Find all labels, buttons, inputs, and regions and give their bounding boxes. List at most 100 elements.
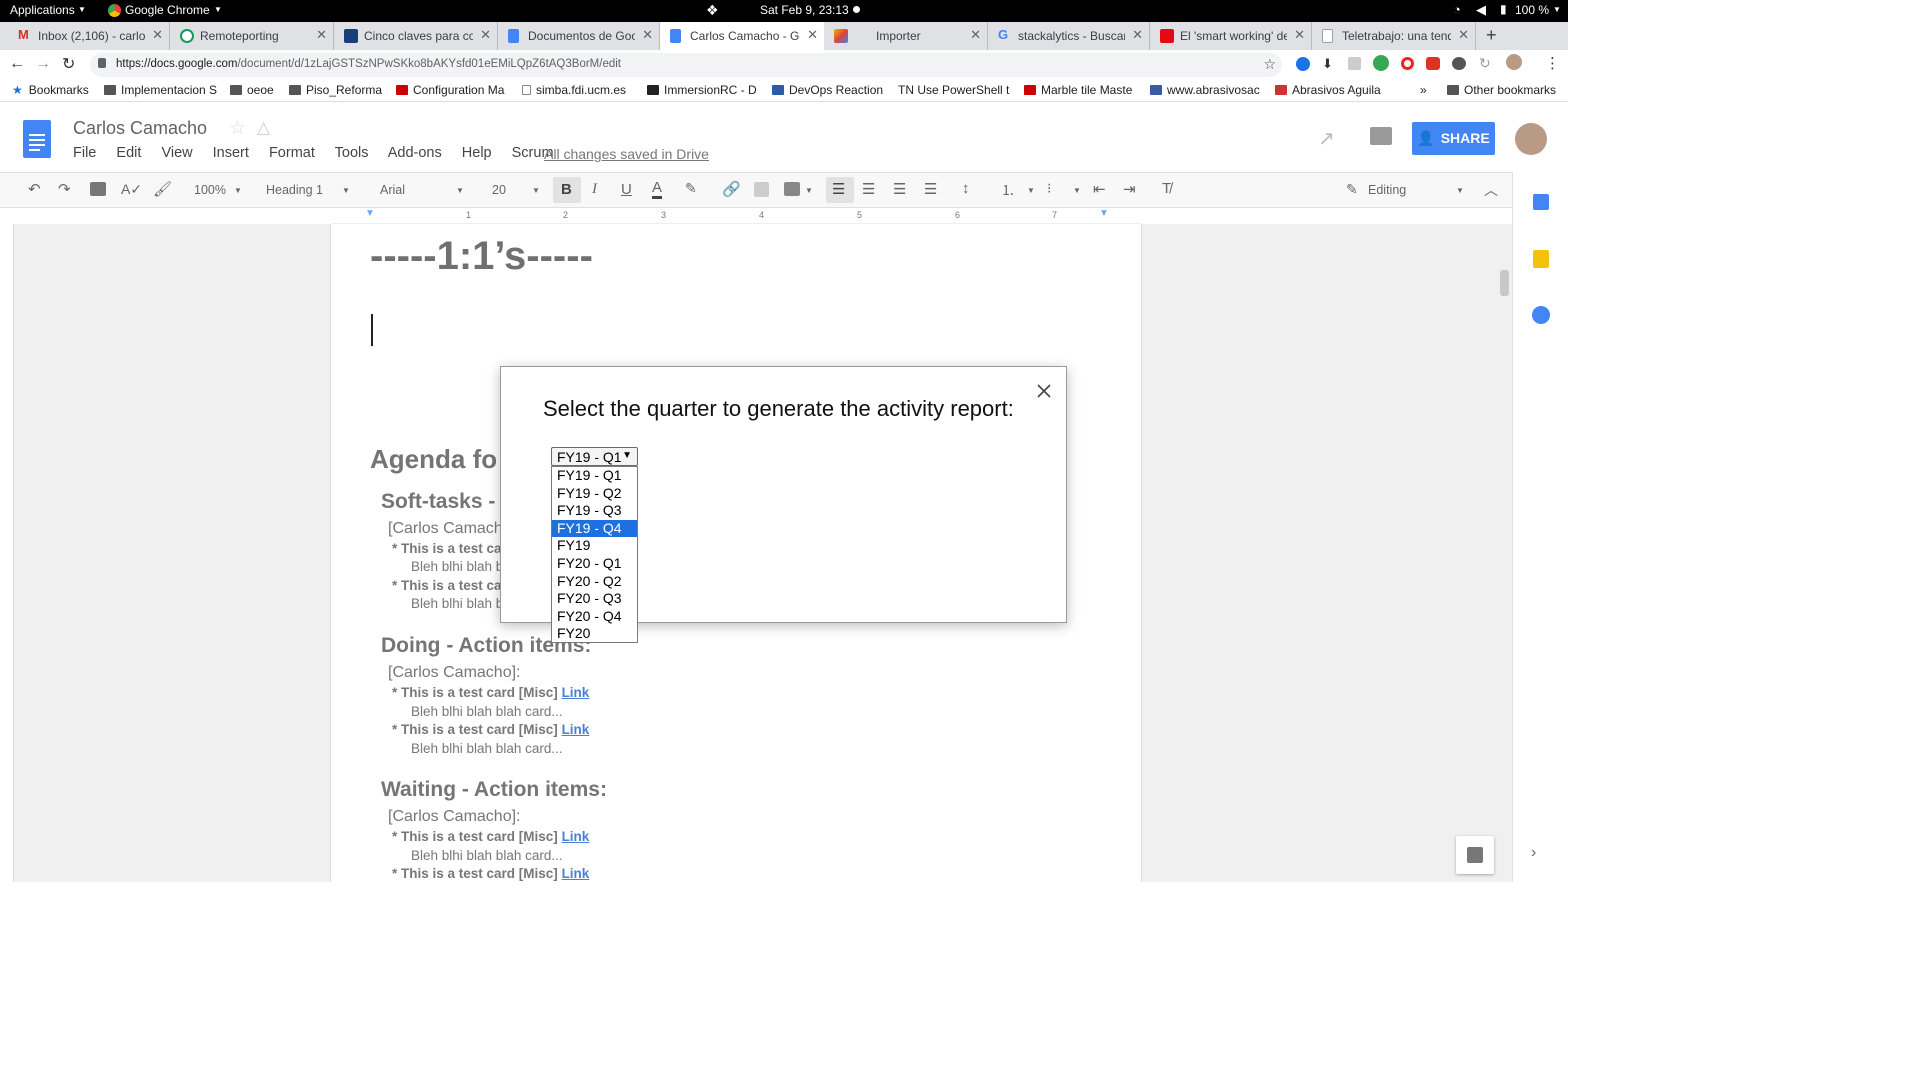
horizontal-ruler[interactable]: ▼ ▼ 1 2 3 4 5 6 7 [332, 208, 1142, 224]
decrease-indent-icon[interactable]: ⇤ [1093, 180, 1106, 198]
quarter-option[interactable]: FY20 - Q1 [552, 555, 637, 573]
align-center-icon[interactable]: ☰ [862, 180, 875, 198]
link-icon[interactable]: 🔗 [722, 180, 741, 198]
tab-teletrabajo[interactable]: Teletrabajo: una tend ✕ [1312, 22, 1476, 50]
close-icon[interactable] [1033, 380, 1055, 402]
quarter-option[interactable]: FY20 - Q3 [552, 590, 637, 608]
bookmark-item[interactable]: ImmersionRC - D [647, 83, 757, 97]
quarter-option[interactable]: FY19 [552, 537, 637, 555]
bookmark-item[interactable]: Marble tile Maste [1024, 83, 1132, 97]
bookmark-folder[interactable]: oeoe [230, 83, 274, 97]
forward-arrow-icon[interactable]: → [35, 55, 51, 73]
undo-icon[interactable]: ↶ [28, 180, 41, 198]
new-tab-button[interactable]: + [1486, 25, 1497, 46]
quarter-option[interactable]: FY20 - Q4 [552, 608, 637, 626]
tab-importer[interactable]: Importer ✕ [824, 22, 988, 50]
download-icon[interactable]: ⬇ [1322, 56, 1333, 72]
bookmark-item[interactable]: Configuration Ma [396, 83, 504, 97]
chevron-down-icon[interactable]: ▼ [1553, 5, 1561, 14]
card-link[interactable]: Link [562, 722, 590, 737]
battery-icon[interactable]: ▮ [1500, 2, 1507, 16]
drive-icon[interactable]: △ [257, 118, 270, 138]
account-avatar[interactable] [1515, 123, 1547, 155]
opera-icon[interactable] [1401, 57, 1414, 70]
extension-icon[interactable] [1452, 57, 1466, 70]
bookmark-item[interactable]: DevOps Reaction [772, 83, 883, 97]
close-icon[interactable]: ✕ [807, 27, 818, 43]
bookmark-folder[interactable]: Implementacion S [104, 83, 217, 97]
docs-logo-icon[interactable] [23, 120, 51, 158]
share-button[interactable]: 👤 SHARE [1412, 122, 1495, 155]
bookmark-item[interactable]: Abrasivos Aguila [1275, 83, 1381, 97]
bookmark-item[interactable]: TN Use PowerShell t [898, 83, 1009, 97]
menu-tools[interactable]: Tools [335, 145, 369, 161]
applications-menu[interactable]: Applications [10, 3, 75, 17]
quarter-option[interactable]: FY19 - Q1 [552, 467, 637, 485]
more-vertical-icon[interactable]: ⋮ [1545, 54, 1560, 72]
calendar-icon[interactable] [1533, 194, 1549, 210]
keep-icon[interactable] [1533, 250, 1549, 268]
menu-view[interactable]: View [161, 145, 192, 161]
close-icon[interactable]: ✕ [152, 27, 163, 43]
menu-file[interactable]: File [73, 145, 96, 161]
expand-panel-icon[interactable]: › [1531, 844, 1536, 862]
menu-add-ons[interactable]: Add-ons [388, 145, 442, 161]
bookmarks-overflow-button[interactable]: » [1420, 83, 1427, 97]
menu-help[interactable]: Help [462, 145, 492, 161]
spellcheck-icon[interactable]: A✓ [121, 181, 142, 198]
card-link[interactable]: Link [562, 829, 590, 844]
extension-icon[interactable] [1348, 57, 1361, 70]
tab-cinco-claves[interactable]: Cinco claves para co ✕ [334, 22, 498, 50]
tasks-icon[interactable] [1532, 306, 1550, 324]
quarter-select[interactable]: FY19 - Q1 ▼ [551, 447, 638, 466]
right-indent-marker[interactable]: ▼ [1099, 208, 1109, 219]
menu-edit[interactable]: Edit [116, 145, 141, 161]
close-icon[interactable]: ✕ [1294, 27, 1305, 43]
wifi-icon[interactable]: ◔ [1453, 2, 1461, 17]
bookmark-folder[interactable]: Piso_Reforma [289, 83, 382, 97]
extension-icon[interactable]: ↻ [1479, 55, 1491, 72]
bookmark-item[interactable]: ★ Bookmarks [12, 83, 89, 97]
tab-stackalytics[interactable]: G stackalytics - Buscar ✕ [988, 22, 1150, 50]
collapse-menus-icon[interactable]: ︿ [1484, 180, 1498, 200]
activity-trend-icon[interactable]: ↗ [1318, 126, 1335, 151]
quarter-option[interactable]: FY20 [552, 625, 637, 643]
close-icon[interactable]: ✕ [1132, 27, 1143, 43]
close-icon[interactable]: ✕ [316, 27, 327, 43]
scrollbar-thumb[interactable] [1500, 270, 1509, 296]
line-spacing-icon[interactable]: ↕ [962, 180, 970, 197]
extension-icon[interactable] [1426, 57, 1440, 70]
bookmark-item[interactable]: www.abrasivosac [1150, 83, 1260, 97]
card-link[interactable]: Link [562, 685, 590, 700]
paragraph-style-select[interactable]: Heading 1 [266, 183, 323, 197]
paint-format-icon[interactable]: 🖌 [153, 180, 172, 198]
back-arrow-icon[interactable]: ← [9, 55, 25, 73]
underline-icon[interactable]: U [621, 181, 632, 198]
tab-inbox[interactable]: M Inbox (2,106) - carlo ✕ [8, 22, 170, 50]
tab-documentos[interactable]: Documentos de Goo ✕ [498, 22, 660, 50]
bold-icon[interactable]: B [561, 181, 572, 198]
clear-formatting-icon[interactable]: T̸ [1162, 180, 1171, 197]
close-icon[interactable]: ✕ [1458, 27, 1469, 43]
close-icon[interactable]: ✕ [970, 27, 981, 43]
numbered-list-icon[interactable]: ⒈ [1001, 180, 1015, 200]
align-justify-icon[interactable]: ☰ [924, 180, 937, 198]
volume-icon[interactable]: ◀ [1476, 2, 1486, 18]
close-icon[interactable]: ✕ [642, 27, 653, 43]
redo-icon[interactable]: ↷ [58, 180, 71, 198]
tab-smart-working[interactable]: El 'smart working' de ✕ [1150, 22, 1312, 50]
highlight-icon[interactable]: ✎ [685, 180, 697, 197]
zoom-select[interactable]: 100% [194, 183, 226, 197]
add-comment-icon[interactable] [754, 182, 769, 197]
reload-icon[interactable]: ↻ [62, 54, 75, 74]
browser-menu[interactable]: Google Chrome [125, 3, 210, 17]
quarter-option[interactable]: FY19 - Q3 [552, 502, 637, 520]
editing-mode-select[interactable]: Editing [1368, 183, 1406, 197]
menu-insert[interactable]: Insert [213, 145, 249, 161]
font-size-select[interactable]: 20 [492, 183, 506, 197]
card-link[interactable]: Link [562, 866, 590, 881]
explore-button[interactable] [1456, 836, 1494, 874]
clock[interactable]: Sat Feb 9, 23:13 [760, 3, 849, 17]
beta-extension-icon[interactable] [1373, 55, 1389, 71]
dropbox-icon[interactable]: ❖ [706, 2, 719, 19]
